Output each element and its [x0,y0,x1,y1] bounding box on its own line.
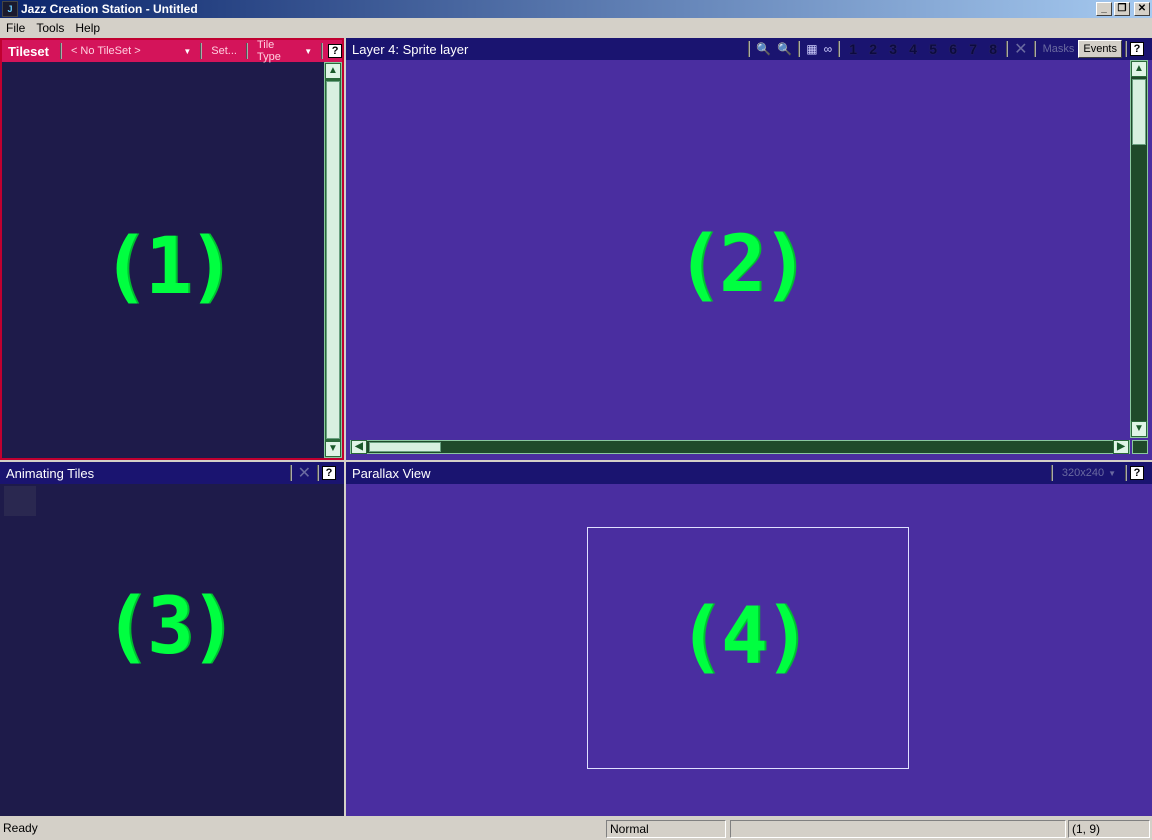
layer-2-button[interactable]: 2 [863,41,883,57]
status-mode: Normal [606,820,726,838]
minimize-button[interactable]: _ [1096,2,1112,16]
placeholder-label: (4) [678,592,811,682]
tileset-title: Tileset [8,43,49,59]
close-icon[interactable]: ✕ [298,463,311,483]
parallax-header: Parallax View 320x240 ▼ ? [346,462,1152,484]
separator [1125,465,1127,481]
tile-type-label: Tile Type [256,39,281,63]
events-button[interactable]: Events [1078,40,1122,58]
layer-7-button[interactable]: 7 [963,41,983,57]
layer-5-button[interactable]: 5 [923,41,943,57]
layer-1-button[interactable]: 1 [843,41,863,57]
status-coords: (1, 9) [1068,820,1150,838]
menu-tools[interactable]: Tools [30,21,69,35]
help-icon[interactable]: ? [322,466,336,480]
layer-title: Layer 4: Sprite layer [352,41,469,57]
set-tileset-button[interactable]: Set... [205,45,243,57]
status-bar: Ready Normal (1, 9) [0,818,1152,840]
help-icon[interactable]: ? [328,44,342,58]
menu-file[interactable]: File [0,21,30,35]
tileset-panel: Tileset < No TileSet > ▼ Set... Tile Typ… [0,38,344,460]
zoom-out-icon[interactable]: 🔍 [777,42,792,56]
placeholder-label: (1) [102,222,235,312]
close-button[interactable]: ✕ [1134,2,1150,16]
anim-header: Animating Tiles ✕ ? [0,462,344,484]
separator [748,41,751,57]
separator [1125,41,1127,57]
layer-header: Layer 4: Sprite layer 🔍 🔍 ▦ ∞ 1 2 3 4 5 … [346,38,1152,60]
scroll-thumb[interactable] [1132,79,1146,145]
clapper-icon[interactable]: ▦ [806,42,817,56]
scroll-down-icon[interactable]: ▼ [1131,421,1147,437]
chevron-down-icon: ▼ [304,46,313,56]
separator [1050,465,1053,481]
layer-vertical-scrollbar[interactable]: ▲ ▼ [1130,60,1148,438]
placeholder-label: (2) [676,220,809,310]
separator [289,465,292,481]
restore-button[interactable]: ❐ [1114,2,1130,16]
separator [1033,41,1036,57]
binoculars-icon[interactable]: ∞ [824,42,833,56]
tile-type-dropdown[interactable]: Tile Type ▼ [251,39,318,63]
layer-panel: Layer 4: Sprite layer 🔍 🔍 ▦ ∞ 1 2 3 4 5 … [346,38,1152,460]
chevron-down-icon: ▼ [183,46,192,56]
help-icon[interactable]: ? [1130,466,1144,480]
separator [59,43,62,59]
close-icon[interactable]: ✕ [1014,39,1027,59]
separator [838,41,841,57]
tileset-dropdown-value: < No TileSet > [70,45,141,57]
tileset-vertical-scrollbar[interactable]: ▲ ▼ [324,62,342,458]
scroll-corner [1132,440,1148,454]
status-empty [730,820,1066,838]
scroll-thumb[interactable] [326,81,340,439]
separator [200,43,203,59]
anim-title: Animating Tiles [6,465,95,481]
parallax-panel: Parallax View 320x240 ▼ ? (4) [346,462,1152,816]
scroll-up-icon[interactable]: ▲ [325,63,341,79]
scroll-left-icon[interactable]: ◀ [351,440,367,454]
zoom-in-icon[interactable]: 🔍 [756,42,771,56]
masks-button[interactable]: Masks [1039,43,1079,55]
window-title: Jazz Creation Station - Untitled [21,2,198,16]
anim-tile-slot[interactable] [4,486,36,516]
separator [798,41,801,57]
layer-8-button[interactable]: 8 [983,41,1003,57]
layer-6-button[interactable]: 6 [943,41,963,57]
layer-3-button[interactable]: 3 [883,41,903,57]
chevron-down-icon: ▼ [1108,468,1116,478]
parallax-title: Parallax View [352,465,431,481]
separator [1006,41,1009,57]
menu-help[interactable]: Help [69,21,105,35]
separator [321,43,324,59]
placeholder-label: (3) [104,582,237,672]
layer-4-button[interactable]: 4 [903,41,923,57]
app-icon[interactable]: J [2,1,18,17]
layer-horizontal-scrollbar[interactable]: ◀ ▶ [350,440,1130,454]
resolution-value: 320x240 [1061,467,1105,479]
status-message: Ready [3,821,38,835]
scroll-up-icon[interactable]: ▲ [1131,61,1147,77]
tileset-dropdown[interactable]: < No TileSet > ▼ [65,45,197,57]
separator [245,43,248,59]
tileset-header: Tileset < No TileSet > ▼ Set... Tile Typ… [2,39,342,63]
help-icon[interactable]: ? [1130,42,1144,56]
title-bar: J Jazz Creation Station - Untitled _ ❐ ✕ [0,0,1152,18]
scroll-right-icon[interactable]: ▶ [1113,440,1129,454]
separator [317,465,319,481]
animating-tiles-panel: Animating Tiles ✕ ? (3) [0,462,344,816]
menu-bar: File Tools Help [0,18,1152,38]
scroll-down-icon[interactable]: ▼ [325,441,341,457]
scroll-thumb[interactable] [369,442,441,452]
resolution-dropdown[interactable]: 320x240 ▼ [1056,467,1122,479]
